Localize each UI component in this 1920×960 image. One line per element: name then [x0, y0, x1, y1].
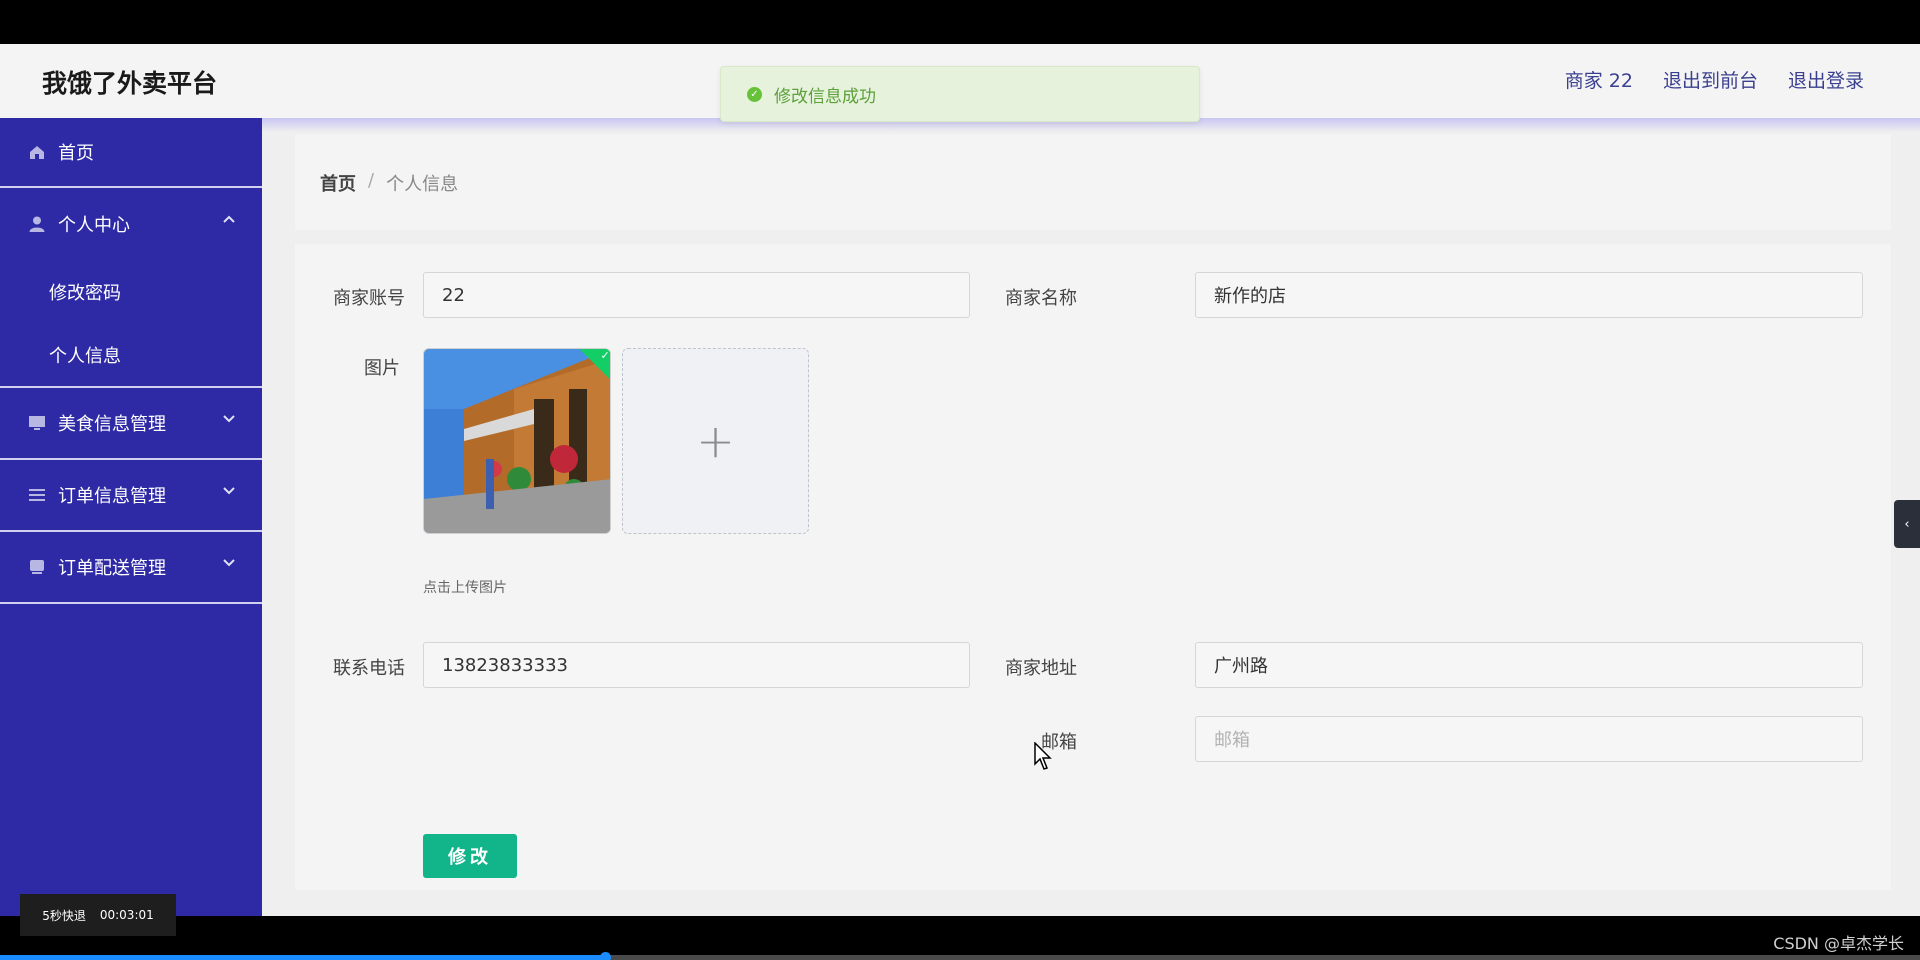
- breadcrumb-card: 首页 / 个人信息: [295, 134, 1891, 230]
- success-check-icon: ✓: [747, 86, 762, 102]
- email-label: 邮箱: [1041, 732, 1077, 753]
- breadcrumb-separator: /: [368, 170, 375, 191]
- uploaded-image-thumbnail[interactable]: ✓: [423, 348, 611, 534]
- sidebar-item-home[interactable]: 首页: [0, 118, 262, 188]
- sidebar-item-change-password[interactable]: 修改密码: [0, 260, 262, 323]
- shop-name-label: 商家名称: [1005, 288, 1077, 309]
- sidebar-item-delivery-management[interactable]: 订单配送管理: [0, 532, 262, 604]
- success-toast: ✓ 修改信息成功: [720, 66, 1200, 122]
- upload-tip: 点击上传图片: [423, 580, 507, 596]
- storefront-photo: [424, 349, 610, 533]
- submit-modify-button[interactable]: 修改: [423, 834, 517, 878]
- chevron-left-icon: ‹: [1904, 516, 1910, 532]
- video-progress-bar[interactable]: [0, 952, 1920, 960]
- sidebar-item-personal-center[interactable]: 个人中心: [0, 188, 262, 260]
- sidebar-item-label: 美食信息管理: [58, 414, 166, 435]
- check-icon: ✓: [600, 348, 610, 362]
- phone-label: 联系电话: [333, 658, 405, 679]
- brand-title: 我饿了外卖平台: [42, 69, 218, 98]
- sidebar-item-label: 个人中心: [58, 215, 130, 236]
- chevron-down-icon: [222, 484, 236, 500]
- sidebar-item-order-management[interactable]: 订单信息管理: [0, 460, 262, 532]
- user-icon: [28, 215, 46, 233]
- phone-input[interactable]: 13823833333: [423, 642, 970, 688]
- email-input[interactable]: 邮箱: [1195, 716, 1863, 762]
- chevron-up-icon: [222, 212, 236, 228]
- watermark: CSDN @卓杰学长: [1773, 934, 1904, 953]
- sidebar-item-personal-info[interactable]: 个人信息: [0, 323, 262, 386]
- submenu-personal-center: 修改密码 个人信息: [0, 260, 262, 388]
- video-control-bar: [0, 916, 1920, 960]
- account-label: 商家账号: [333, 288, 405, 309]
- image-upload-button[interactable]: +: [622, 348, 809, 534]
- current-user-link[interactable]: 商家 22: [1565, 66, 1633, 93]
- sidebar-item-label: 订单信息管理: [58, 486, 166, 507]
- chevron-down-icon: [222, 556, 236, 572]
- toast-message: 修改信息成功: [774, 86, 876, 107]
- header-actions: 商家 22 退出到前台 退出登录: [1565, 66, 1864, 93]
- screen: 我饿了外卖平台 商家 22 退出到前台 退出登录 首页 个人中心 修改密码 个人…: [0, 0, 1920, 960]
- account-input[interactable]: 22: [423, 272, 970, 318]
- video-progress-fill: [0, 955, 605, 960]
- monitor-icon: [28, 414, 46, 432]
- breadcrumb-current: 个人信息: [386, 174, 459, 195]
- sidebar-item-label: 首页: [58, 143, 94, 164]
- image-label: 图片: [364, 358, 400, 379]
- sidebar-item-food-management[interactable]: 美食信息管理: [0, 388, 262, 460]
- shop-name-input[interactable]: 新作的店: [1195, 272, 1863, 318]
- address-label: 商家地址: [1005, 658, 1077, 679]
- app-window: 我饿了外卖平台 商家 22 退出到前台 退出登录 首页 个人中心 修改密码 个人…: [0, 44, 1920, 916]
- breadcrumb: 首页 / 个人信息: [320, 170, 458, 196]
- delivery-icon: [28, 558, 46, 576]
- mouse-cursor-icon: [1034, 742, 1052, 770]
- list-icon: [28, 486, 46, 504]
- video-timestamp: 00:03:01: [99, 908, 154, 922]
- profile-form: 商家账号 22 商家名称 新作的店 图片 ✓ + 点击上传图片 联系电话 138…: [295, 244, 1891, 890]
- chevron-down-icon: [222, 412, 236, 428]
- logout-link[interactable]: 退出登录: [1788, 66, 1864, 93]
- home-icon: [28, 143, 46, 161]
- breadcrumb-home[interactable]: 首页: [320, 170, 356, 196]
- address-input[interactable]: 广州路: [1195, 642, 1863, 688]
- collapse-panel-handle[interactable]: ‹: [1894, 500, 1920, 548]
- video-progress-knob[interactable]: [599, 952, 611, 960]
- rewind-label[interactable]: 5秒快退: [42, 907, 86, 924]
- exit-to-front-link[interactable]: 退出到前台: [1663, 66, 1758, 93]
- sidebar-item-label: 订单配送管理: [58, 558, 166, 579]
- sidebar: 首页 个人中心 修改密码 个人信息 美食信息管理 订单信息管理 订单配送管理: [0, 118, 262, 916]
- plus-icon: +: [696, 414, 735, 468]
- video-overlay-badge: 5秒快退 00:03:01: [20, 894, 176, 936]
